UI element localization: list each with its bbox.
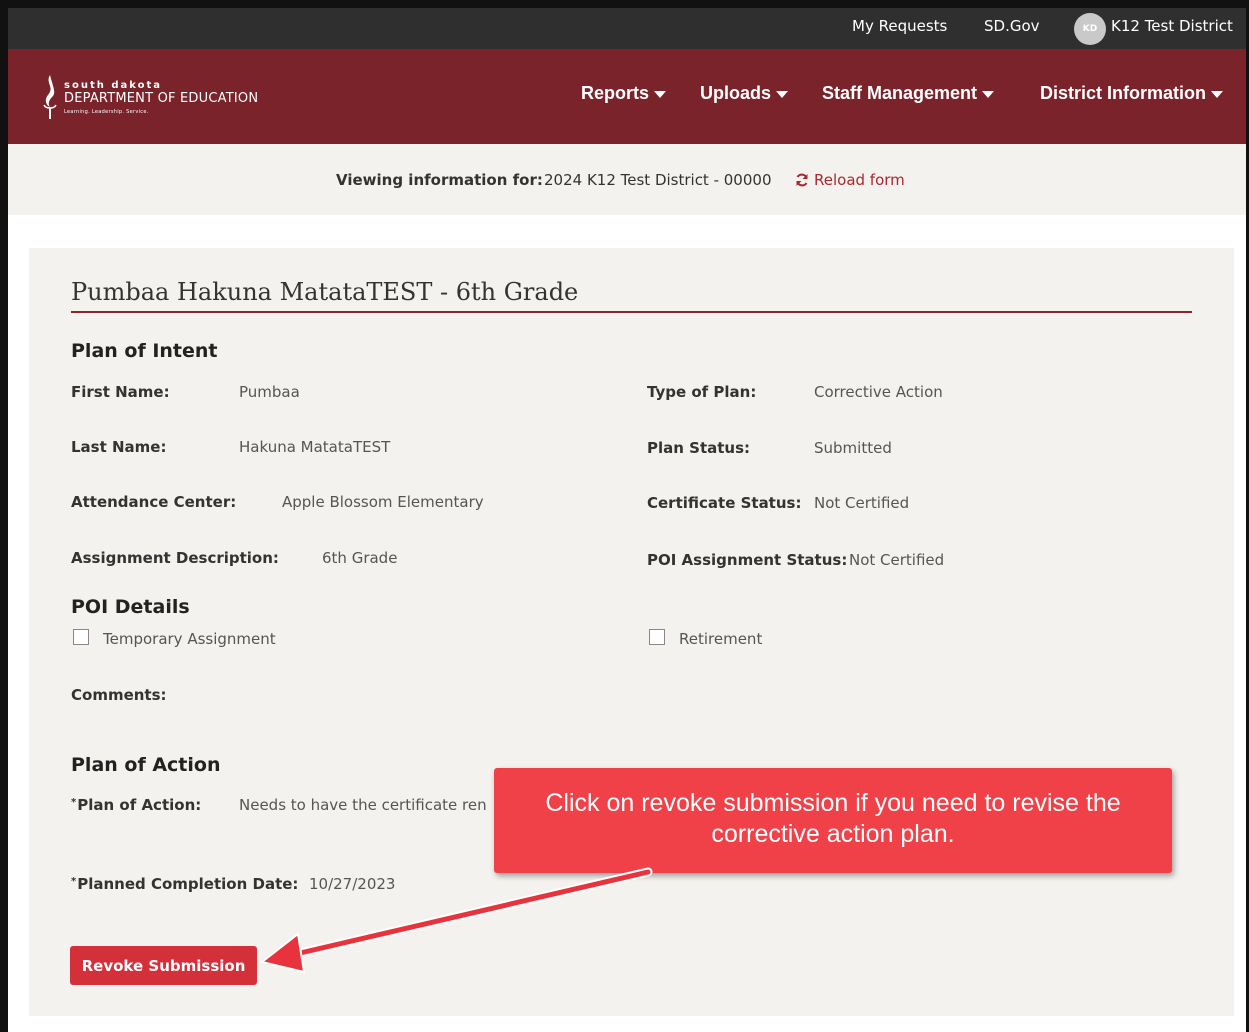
my-requests-link[interactable]: My Requests bbox=[852, 17, 947, 35]
nav-staff-management-label: Staff Management bbox=[822, 83, 978, 103]
main-navbar: south dakota DEPARTMENT OF EDUCATION Lea… bbox=[8, 49, 1246, 144]
required-marker: * bbox=[71, 797, 77, 808]
viewing-info-bar: Viewing information for: 2024 K12 Test D… bbox=[8, 144, 1246, 215]
plan-of-action-label-text: Plan of Action: bbox=[77, 796, 202, 814]
retirement-label: Retirement bbox=[679, 630, 763, 648]
logo-tagline: Learning. Leadership. Service. bbox=[64, 109, 149, 115]
nav-reports-label: Reports bbox=[581, 83, 650, 103]
logo-line1: south dakota bbox=[64, 80, 163, 91]
nav-uploads-label: Uploads bbox=[700, 83, 772, 103]
plan-of-intent-heading: Plan of Intent bbox=[71, 340, 218, 362]
window-frame-left bbox=[0, 0, 8, 1032]
nav-reports[interactable]: Reports bbox=[581, 83, 667, 104]
assignment-description-label: Assignment Description: bbox=[71, 549, 279, 567]
viewing-district-value: 2024 K12 Test District - 00000 bbox=[544, 171, 772, 189]
assignment-description-value: 6th Grade bbox=[322, 549, 398, 567]
sdgov-link[interactable]: SD.Gov bbox=[984, 17, 1040, 35]
avatar[interactable]: KD bbox=[1074, 13, 1106, 45]
flame-logo-icon bbox=[43, 75, 57, 119]
nav-uploads[interactable]: Uploads bbox=[700, 83, 789, 104]
retirement-checkbox[interactable] bbox=[649, 629, 665, 645]
first-name-value: Pumbaa bbox=[239, 383, 300, 401]
plan-of-action-label: *Plan of Action: bbox=[71, 796, 201, 814]
first-name-label: First Name: bbox=[71, 383, 170, 401]
chevron-down-icon bbox=[776, 90, 789, 98]
viewing-label: Viewing information for: bbox=[336, 171, 543, 189]
attendance-center-value: Apple Blossom Elementary bbox=[282, 493, 484, 511]
chevron-down-icon bbox=[982, 90, 995, 98]
annotation-callout: Click on revoke submission if you need t… bbox=[494, 768, 1172, 873]
planned-completion-date-value: 10/27/2023 bbox=[309, 875, 396, 893]
attendance-center-label: Attendance Center: bbox=[71, 493, 237, 511]
temporary-assignment-checkbox[interactable] bbox=[73, 629, 89, 645]
plan-panel: Pumbaa Hakuna MatataTEST - 6th Grade Pla… bbox=[29, 248, 1234, 1016]
chevron-down-icon bbox=[1211, 90, 1224, 98]
reload-form-label: Reload form bbox=[814, 171, 905, 189]
window-frame-top bbox=[0, 0, 1249, 8]
planned-completion-date-label: *Planned Completion Date: bbox=[71, 875, 298, 893]
logo-line2: DEPARTMENT OF EDUCATION bbox=[64, 91, 259, 106]
reload-form-link[interactable]: Reload form bbox=[795, 171, 905, 189]
sd-doe-logo[interactable]: south dakota DEPARTMENT OF EDUCATION Lea… bbox=[42, 73, 272, 123]
poi-assignment-status-label: POI Assignment Status: bbox=[647, 551, 848, 569]
last-name-label: Last Name: bbox=[71, 438, 167, 456]
poi-assignment-status-value: Not Certified bbox=[849, 551, 945, 569]
certificate-status-value: Not Certified bbox=[814, 494, 910, 512]
required-marker: * bbox=[71, 876, 77, 887]
poi-details-heading: POI Details bbox=[71, 596, 190, 618]
plan-status-value: Submitted bbox=[814, 439, 892, 457]
title-divider bbox=[71, 311, 1192, 313]
record-title: Pumbaa Hakuna MatataTEST - 6th Grade bbox=[71, 278, 579, 306]
district-user-link[interactable]: K12 Test District bbox=[1111, 17, 1233, 35]
revoke-submission-button[interactable]: Revoke Submission bbox=[70, 946, 257, 985]
nav-district-information[interactable]: District Information bbox=[1040, 83, 1224, 104]
temporary-assignment-label: Temporary Assignment bbox=[103, 630, 276, 648]
type-of-plan-value: Corrective Action bbox=[814, 383, 943, 401]
comments-label: Comments: bbox=[71, 686, 167, 704]
planned-completion-date-label-text: Planned Completion Date: bbox=[77, 875, 299, 893]
certificate-status-label: Certificate Status: bbox=[647, 494, 802, 512]
plan-of-action-heading: Plan of Action bbox=[71, 754, 221, 776]
type-of-plan-label: Type of Plan: bbox=[647, 383, 757, 401]
plan-status-label: Plan Status: bbox=[647, 439, 751, 457]
plan-of-action-value: Needs to have the certificate ren bbox=[239, 796, 487, 814]
refresh-icon bbox=[796, 173, 808, 187]
top-utility-bar: My Requests SD.Gov KD K12 Test District bbox=[8, 8, 1246, 49]
last-name-value: Hakuna MatataTEST bbox=[239, 438, 391, 456]
nav-district-information-label: District Information bbox=[1040, 83, 1207, 103]
nav-staff-management[interactable]: Staff Management bbox=[822, 83, 995, 104]
chevron-down-icon bbox=[654, 90, 667, 98]
